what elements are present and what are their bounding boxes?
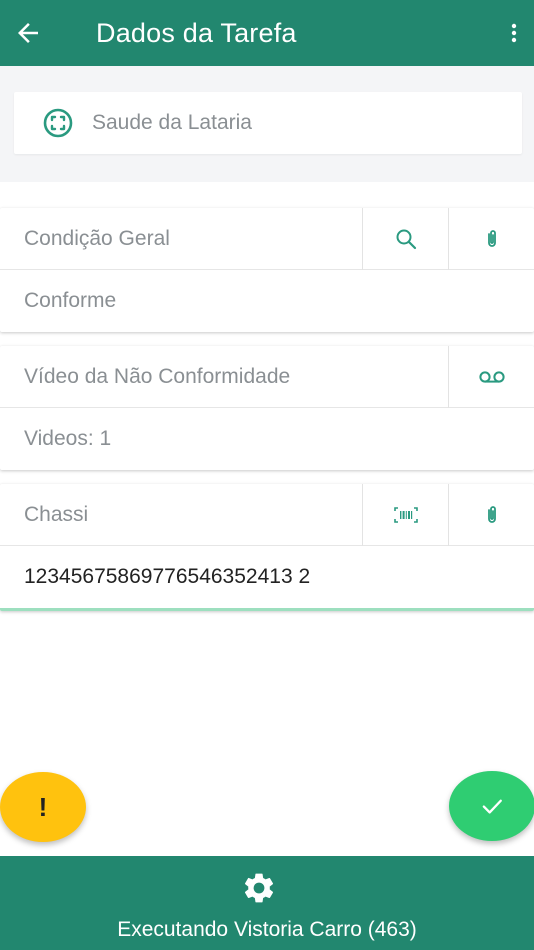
field-header: Vídeo da Não Conformidade — [0, 345, 534, 408]
exclamation-label: ! — [38, 791, 48, 822]
warning-button[interactable]: ! — [0, 772, 86, 842]
field-card-chassi: Chassi 12345675869776546352413 2 — [0, 483, 534, 611]
field-label: Condição Geral — [24, 226, 170, 250]
voicemail-icon — [478, 370, 505, 383]
field-value: Videos: 1 — [24, 427, 112, 450]
field-header: Chassi — [0, 483, 534, 546]
paperclip-icon — [487, 505, 496, 523]
field-header: Condição Geral — [0, 207, 534, 270]
page-title: Dados da Tarefa — [96, 17, 297, 48]
record-video-button[interactable] — [448, 345, 534, 408]
scan-barcode-button[interactable] — [362, 483, 448, 546]
back-button[interactable] — [0, 5, 56, 61]
section-title: Saude da Lataria — [92, 111, 252, 134]
attach-button[interactable] — [448, 207, 534, 270]
search-icon — [396, 229, 416, 249]
section-header-card: Saude da Lataria — [14, 92, 522, 154]
status-text: Executando Vistoria Carro (463) — [117, 918, 417, 941]
more-vertical-icon — [511, 23, 517, 43]
header-section: Saude da Lataria — [0, 66, 534, 182]
confirm-button[interactable] — [449, 771, 534, 841]
bottom-status-bar: Executando Vistoria Carro (463) — [0, 856, 534, 950]
field-label: Chassi — [24, 502, 89, 526]
gear-icon[interactable] — [241, 870, 277, 906]
field-card-condicao-geral: Condição Geral Conforme — [0, 207, 534, 332]
check-icon — [482, 799, 502, 814]
overflow-menu-button[interactable] — [494, 5, 534, 61]
attach-button[interactable] — [448, 483, 534, 546]
app-screen: Dados da Tarefa Saude da Lataria Condiçã… — [0, 0, 534, 950]
fields-list: Condição Geral Conforme Vídeo da Não Con… — [0, 182, 534, 856]
search-button[interactable] — [362, 207, 448, 270]
paperclip-icon — [487, 229, 496, 247]
chassi-input[interactable]: 12345675869776546352413 2 — [0, 546, 534, 608]
field-value: Conforme — [24, 289, 117, 312]
scan-frame-icon — [42, 107, 74, 139]
field-card-video: Vídeo da Não Conformidade Videos: 1 — [0, 345, 534, 470]
top-app-bar: Dados da Tarefa — [0, 0, 534, 66]
arrow-left-icon — [18, 23, 38, 43]
barcode-icon — [393, 506, 418, 523]
field-label: Vídeo da Não Conformidade — [24, 364, 291, 388]
